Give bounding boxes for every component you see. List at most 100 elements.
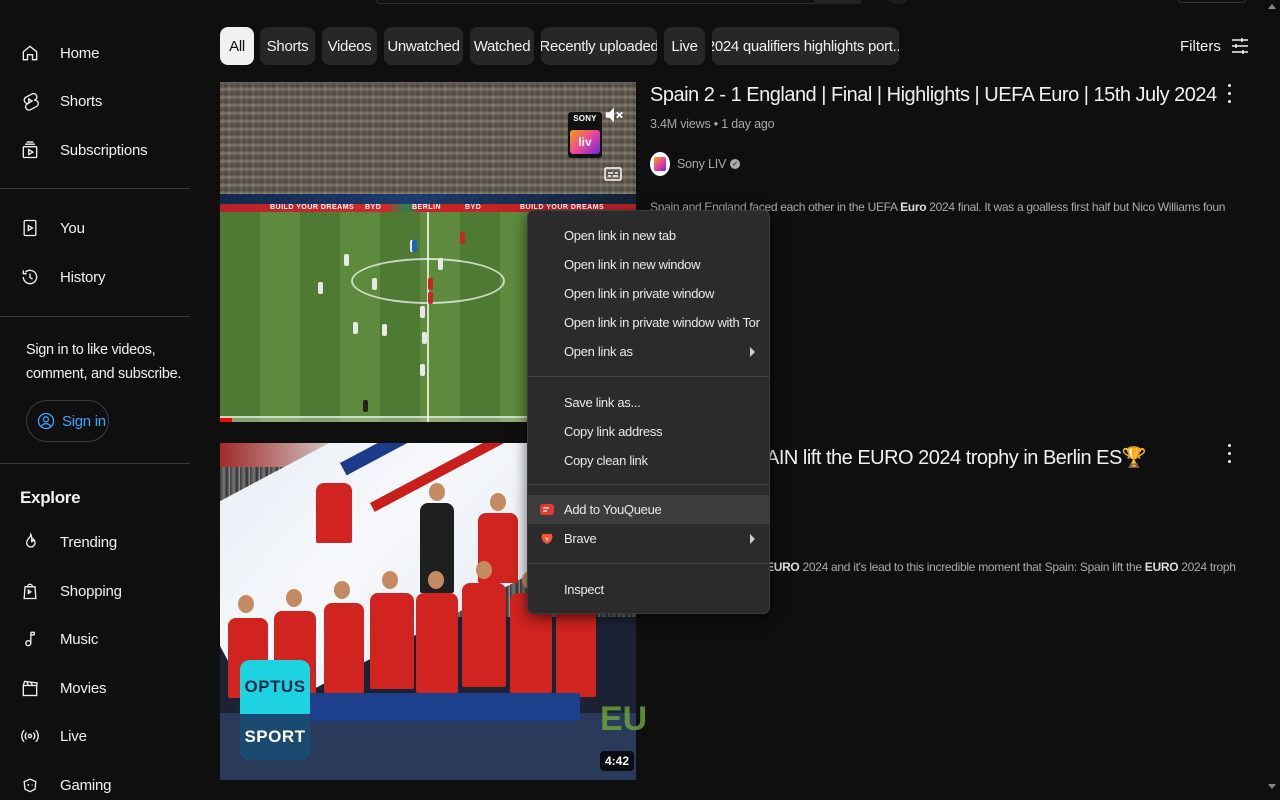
player-head xyxy=(238,595,254,613)
player xyxy=(412,240,417,252)
shopping-icon xyxy=(20,580,40,602)
music-icon xyxy=(20,628,40,650)
gaming-icon xyxy=(20,774,40,796)
chip-live[interactable]: Live xyxy=(664,27,705,65)
player xyxy=(420,306,425,318)
sidebar-item-live[interactable]: Live xyxy=(0,716,190,756)
account-circle-icon xyxy=(37,412,55,430)
optus-sport-logo: OPTUS SPORT xyxy=(240,660,310,760)
chip-unwatched[interactable]: Unwatched xyxy=(384,27,463,65)
player xyxy=(420,364,425,376)
channel-link[interactable]: Sony LIV ✓ xyxy=(650,152,741,176)
menu-add-to-youqueue[interactable]: Add to YouQueue xyxy=(528,495,769,524)
menu-brave[interactable]: Brave xyxy=(528,524,769,553)
menu-open-private-window[interactable]: Open link in private window xyxy=(528,279,769,308)
scroll-down-arrow[interactable] xyxy=(1268,784,1276,789)
player xyxy=(460,232,465,244)
sidebar-item-label: Music xyxy=(60,630,99,648)
player xyxy=(318,282,323,294)
player xyxy=(462,583,506,687)
brave-lion-icon xyxy=(541,533,553,545)
search-button[interactable] xyxy=(814,0,862,4)
video-title-1[interactable]: Spain 2 - 1 England | Final | Highlights… xyxy=(650,84,1217,107)
player-head xyxy=(429,483,445,501)
menu-save-link-as[interactable]: Save link as... xyxy=(528,388,769,417)
sidebar-divider xyxy=(0,463,190,464)
desc-bold: EURO xyxy=(1144,560,1179,574)
menu-separator xyxy=(528,563,769,564)
chip-videos[interactable]: Videos xyxy=(322,27,377,65)
player xyxy=(324,603,364,693)
sidebar-item-home[interactable]: Home xyxy=(0,33,190,73)
chip-watched[interactable]: Watched xyxy=(470,27,534,65)
filters-label: Filters xyxy=(1180,37,1221,55)
sidebar-item-label: Home xyxy=(60,44,100,62)
context-menu: Open link in new tab Open link in new wi… xyxy=(527,210,770,614)
sidebar-item-gaming[interactable]: Gaming xyxy=(0,765,190,800)
menu-inspect[interactable]: Inspect xyxy=(528,575,769,604)
sidebar-item-movies[interactable]: Movies xyxy=(0,668,190,708)
player xyxy=(416,593,458,693)
search-bar[interactable] xyxy=(376,0,862,4)
player-head xyxy=(490,493,506,511)
chip-qualifiers-highlights[interactable]: 2024 qualifiers highlights port... xyxy=(712,27,899,65)
menu-copy-clean-link[interactable]: Copy clean link xyxy=(528,446,769,475)
youqueue-icon xyxy=(540,504,554,515)
sidebar-item-label: Subscriptions xyxy=(60,141,148,159)
channel-avatar xyxy=(650,152,670,176)
menu-open-new-window[interactable]: Open link in new window xyxy=(528,250,769,279)
captions-icon[interactable] xyxy=(604,166,622,182)
desc-bold: EURO xyxy=(766,560,800,574)
home-icon xyxy=(20,42,40,64)
sidebar-item-label: History xyxy=(60,268,106,286)
menu-copy-link-address[interactable]: Copy link address xyxy=(528,417,769,446)
player xyxy=(316,483,352,543)
menu-item-label: Copy clean link xyxy=(564,453,648,468)
top-sign-in-button[interactable] xyxy=(1178,0,1246,3)
submenu-arrow-icon xyxy=(750,347,755,357)
logo-bottom-text: SPORT xyxy=(240,714,310,760)
menu-open-link-as[interactable]: Open link as xyxy=(528,337,769,366)
sidebar-item-music[interactable]: Music xyxy=(0,619,190,659)
logo-bottom-text: liv xyxy=(570,130,600,154)
menu-open-new-tab[interactable]: Open link in new tab xyxy=(528,221,769,250)
more-actions-icon[interactable] xyxy=(1223,441,1235,465)
voice-search-button[interactable] xyxy=(888,0,908,4)
sidebar-item-shorts[interactable]: Shorts xyxy=(0,81,190,121)
menu-separator xyxy=(528,484,769,485)
verified-badge-icon: ✓ xyxy=(730,159,741,169)
desc-text: 2024 and it's lead to this incredible mo… xyxy=(799,560,1145,574)
chip-all[interactable]: All xyxy=(220,27,254,65)
player xyxy=(370,593,414,689)
board-brand-2: BYD xyxy=(465,204,482,211)
sidebar-item-trending[interactable]: Trending xyxy=(0,522,190,562)
chip-shorts[interactable]: Shorts xyxy=(260,27,315,65)
sign-in-button[interactable]: Sign in xyxy=(26,400,109,442)
menu-item-label: Copy link address xyxy=(564,424,663,439)
menu-item-label: Open link in private window with Tor xyxy=(564,315,760,330)
sidebar-item-history[interactable]: History xyxy=(0,257,190,297)
more-actions-icon[interactable] xyxy=(1223,81,1235,105)
you-icon xyxy=(20,217,40,239)
sidebar-divider xyxy=(0,188,190,189)
video-title-2[interactable]: AIN lift the EURO 2024 trophy in Berlin … xyxy=(766,445,1147,470)
mute-icon[interactable] xyxy=(603,104,625,126)
menu-item-label: Open link in new window xyxy=(564,257,701,272)
filters-icon xyxy=(1231,38,1248,54)
player-head xyxy=(286,589,302,607)
menu-open-private-tor[interactable]: Open link in private window with Tor xyxy=(528,308,769,337)
sidebar-item-subscriptions[interactable]: Subscriptions xyxy=(0,130,190,170)
player xyxy=(428,292,433,304)
player xyxy=(438,258,443,270)
logo-top-text: OPTUS xyxy=(240,660,310,714)
scroll-up-arrow[interactable] xyxy=(1268,4,1276,9)
sidebar-item-label: Movies xyxy=(60,679,107,697)
player xyxy=(382,324,387,336)
chip-recently-uploaded[interactable]: Recently uploaded xyxy=(541,27,657,65)
menu-separator xyxy=(528,376,769,377)
filters-button[interactable]: Filters xyxy=(1180,36,1249,56)
sidebar-item-shopping[interactable]: Shopping xyxy=(0,571,190,611)
player xyxy=(428,278,433,290)
euro-decoration: EU xyxy=(600,700,648,738)
sidebar-item-you[interactable]: You xyxy=(0,208,190,248)
